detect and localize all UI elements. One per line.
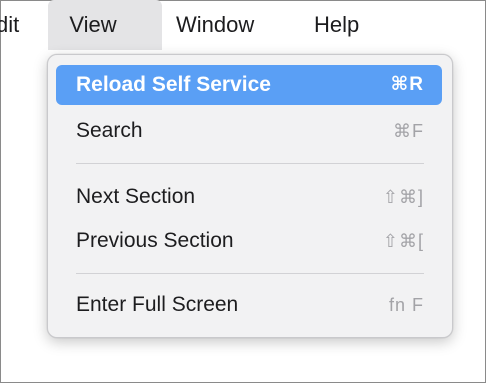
menu-item-enter-full-screen[interactable]: Enter Full Screen fn F (56, 285, 442, 325)
menu-item-shortcut: ⇧⌘] (382, 187, 424, 207)
menu-help[interactable]: Help (314, 10, 359, 50)
menu-item-label: Search (76, 119, 143, 142)
menu-item-next-section[interactable]: Next Section ⇧⌘] (56, 177, 442, 217)
menu-view-label: View (69, 12, 117, 37)
menu-item-shortcut: ⇧⌘[ (382, 231, 424, 251)
menu-item-label: Next Section (76, 185, 196, 208)
menu-item-label: Previous Section (76, 229, 234, 252)
menu-item-label: Enter Full Screen (76, 293, 239, 316)
menu-item-shortcut: ⌘R (390, 74, 424, 95)
menu-item-previous-section[interactable]: Previous Section ⇧⌘[ (56, 221, 442, 261)
menu-item-reload-self-service[interactable]: Reload Self Service ⌘R (56, 65, 442, 105)
menu-view[interactable]: View (48, 0, 162, 50)
menu-item-search[interactable]: Search ⌘F (56, 111, 442, 151)
menu-item-shortcut: ⌘F (393, 121, 424, 141)
menu-item-shortcut: fn F (388, 295, 424, 315)
menu-item-label: Reload Self Service (76, 73, 271, 96)
menu-window[interactable]: Window (176, 10, 254, 50)
menu-separator (76, 163, 424, 164)
view-dropdown-menu: Reload Self Service ⌘R Search ⌘F Next Se… (47, 54, 453, 338)
menu-bar: dit View Window Help (0, 0, 486, 50)
menu-edit[interactable]: dit (0, 10, 19, 50)
menu-separator (76, 273, 424, 274)
